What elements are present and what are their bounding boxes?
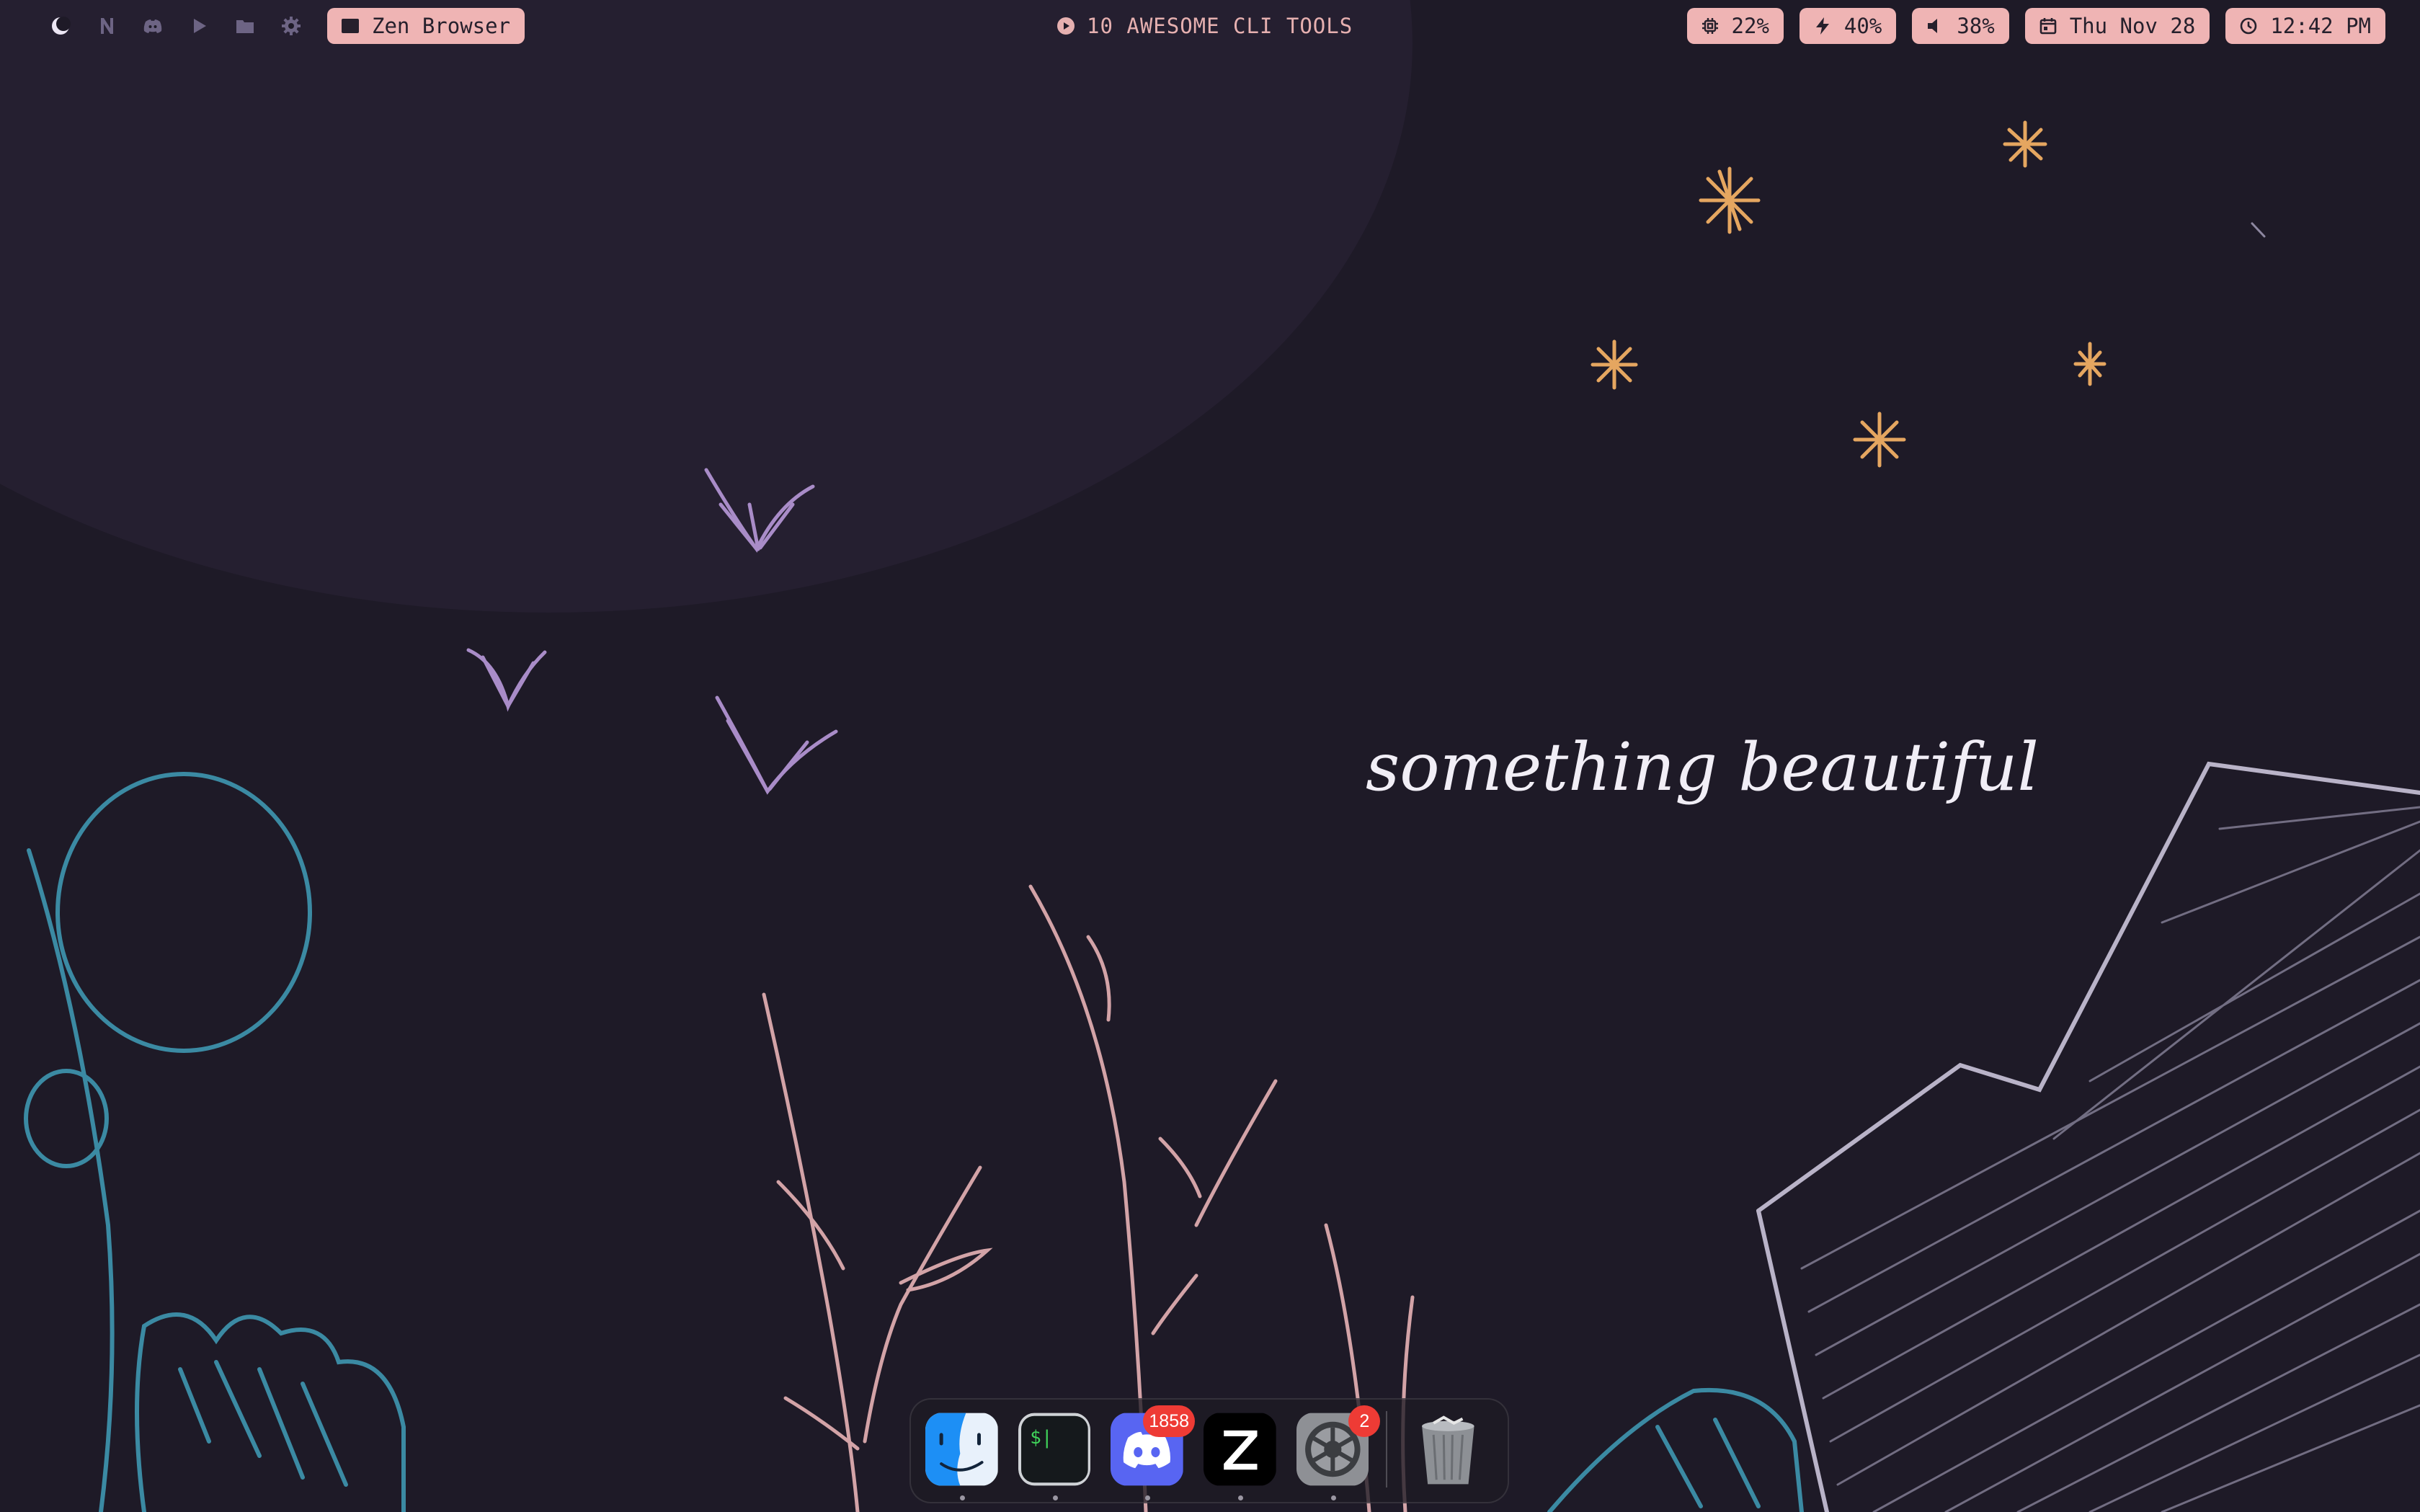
dock-terminal[interactable]: $|: [1018, 1413, 1091, 1500]
dock-trash[interactable]: [1412, 1413, 1485, 1486]
cpu-widget[interactable]: 22%: [1686, 8, 1784, 44]
volume-widget[interactable]: 38%: [1912, 8, 2009, 44]
dock-discord[interactable]: 1858: [1111, 1405, 1196, 1500]
running-indicator: [1145, 1495, 1151, 1500]
desktop-wallpaper: something beautiful: [0, 0, 2420, 1512]
now-playing[interactable]: 10 AWESOME CLI TOOLS: [1056, 0, 1353, 52]
dock: $| 1858 2: [909, 1398, 1509, 1503]
active-app-pill[interactable]: Zen Browser: [327, 8, 525, 44]
time-widget[interactable]: 12:42 PM: [2225, 8, 2385, 44]
moon-icon[interactable]: [37, 0, 84, 52]
finder-icon: [925, 1413, 998, 1486]
active-app-label: Zen Browser: [372, 14, 511, 38]
clock-icon: [2241, 17, 2257, 35]
play-icon[interactable]: [176, 0, 222, 52]
running-indicator: [1330, 1495, 1336, 1500]
running-indicator: [1238, 1495, 1244, 1500]
wallpaper-caption: something beautiful: [1366, 729, 2039, 806]
date-value: Thu Nov 28: [2069, 14, 2196, 38]
zed-icon: [1204, 1413, 1276, 1486]
bolt-icon: [1815, 17, 1829, 35]
dock-separator: [1386, 1411, 1388, 1487]
date-widget[interactable]: Thu Nov 28: [2024, 8, 2210, 44]
gear-icon[interactable]: [268, 0, 314, 52]
record-icon: [1057, 17, 1075, 35]
status-widgets: 22% 40% 38% Thu Nov 28 12:42 PM: [1686, 8, 2385, 44]
discord-icon[interactable]: [130, 0, 176, 52]
battery-value: 40%: [1843, 14, 1882, 38]
notion-icon[interactable]: [84, 0, 130, 52]
dock-finder[interactable]: [925, 1413, 998, 1500]
trash-icon: [1412, 1413, 1485, 1486]
terminal-icon: $|: [1018, 1413, 1091, 1486]
cpu-icon: [1701, 18, 1718, 34]
notification-badge: 2: [1348, 1405, 1381, 1437]
terminal-window-icon: [342, 19, 359, 33]
now-playing-title: 10 AWESOME CLI TOOLS: [1087, 14, 1353, 38]
running-indicator: [960, 1495, 965, 1500]
menu-bar: Zen Browser 10 AWESOME CLI TOOLS 22% 40%…: [0, 0, 2420, 52]
volume-value: 38%: [1957, 14, 1995, 38]
speaker-icon: [1928, 19, 1938, 33]
dock-system-settings[interactable]: 2: [1296, 1405, 1381, 1500]
dock-zed[interactable]: [1204, 1413, 1276, 1500]
battery-widget[interactable]: 40%: [1799, 8, 1897, 44]
notification-badge: 1858: [1143, 1405, 1196, 1437]
folder-icon[interactable]: [222, 0, 268, 52]
terminal-prompt: $|: [1030, 1427, 1053, 1449]
time-value: 12:42 PM: [2270, 14, 2371, 38]
running-indicator: [1052, 1495, 1058, 1500]
cpu-value: 22%: [1731, 14, 1769, 38]
calendar-icon: [2039, 18, 2057, 35]
